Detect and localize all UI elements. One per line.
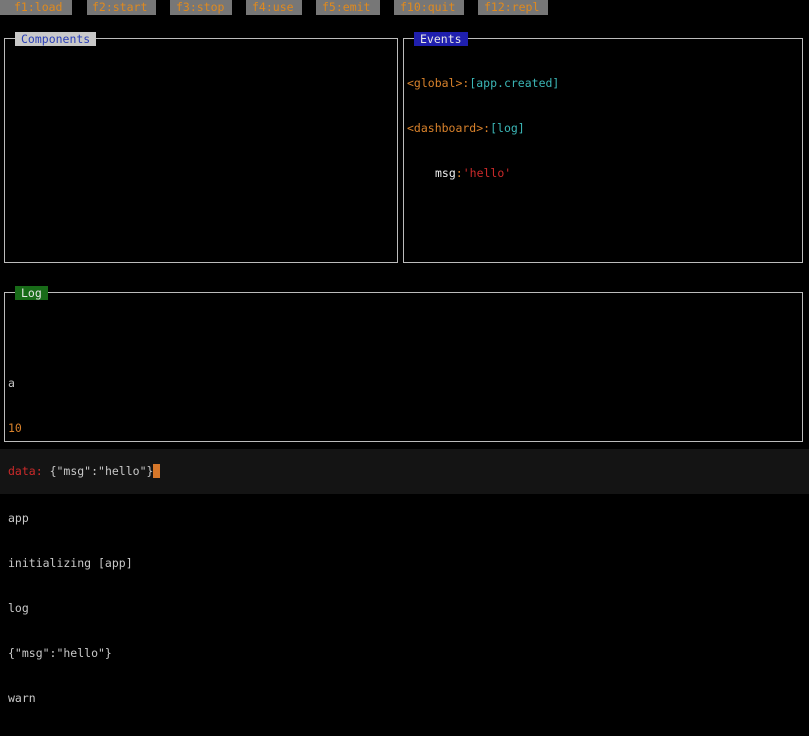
log-line: app [8,511,29,525]
event-detail: msg:'hello' [407,166,799,181]
event-detail-value: 'hello' [462,166,512,180]
key-f4-use[interactable]: f4:use [248,0,298,15]
event-scope: <dashboard> [407,121,484,135]
key-f12-repl[interactable]: f12:repl [480,0,544,15]
components-panel[interactable]: Components [4,32,398,263]
log-lines: a 10 app initializing [app] log {"msg":"… [8,301,799,736]
key-f1-load[interactable]: f1:load [10,0,67,15]
input-prompt: data: [8,464,43,478]
events-list: <global>:[app.created] <dashboard>:[log]… [407,46,799,211]
command-input-bar[interactable]: data: {"msg":"hello"} [0,449,809,494]
key-separator [72,0,87,15]
key-separator [464,0,478,15]
event-name: [app.created] [469,76,560,90]
command-input-line[interactable]: data: {"msg":"hello"} [8,464,161,479]
log-line: 10 [8,421,22,435]
key-separator [232,0,246,15]
event-detail-separator: : [455,166,463,180]
events-panel-title: Events [414,32,468,46]
key-separator [302,0,316,15]
function-key-bar: f1:load f2:start f3:stop f4:use f5:emit … [0,0,809,15]
log-line: warn [8,691,36,705]
key-f10-quit[interactable]: f10:quit [396,0,460,15]
event-detail-key: msg [435,166,456,180]
events-panel[interactable]: Events <global>:[app.created] <dashboard… [403,32,803,263]
log-line: log [8,601,29,615]
event-scope: <global> [407,76,463,90]
log-line: a [8,376,15,390]
log-panel[interactable]: Log a 10 app initializing [app] log {"ms… [4,286,803,705]
log-line: {"msg":"hello"} [8,646,112,660]
event-line: <dashboard>:[log] [407,121,799,136]
event-line: <global>:[app.created] [407,76,799,91]
event-name: [log] [490,121,525,135]
key-f3-stop[interactable]: f3:stop [172,0,229,15]
key-bar-empty [548,0,809,15]
log-panel-title: Log [15,286,48,300]
key-separator [380,0,394,15]
text-cursor [153,464,161,478]
components-panel-title: Components [15,32,97,46]
log-line: initializing [app] [8,556,133,570]
input-value[interactable]: {"msg":"hello"} [50,464,154,478]
key-separator [156,0,170,15]
key-f5-emit[interactable]: f5:emit [318,0,375,15]
key-f2-start[interactable]: f2:start [88,0,152,15]
